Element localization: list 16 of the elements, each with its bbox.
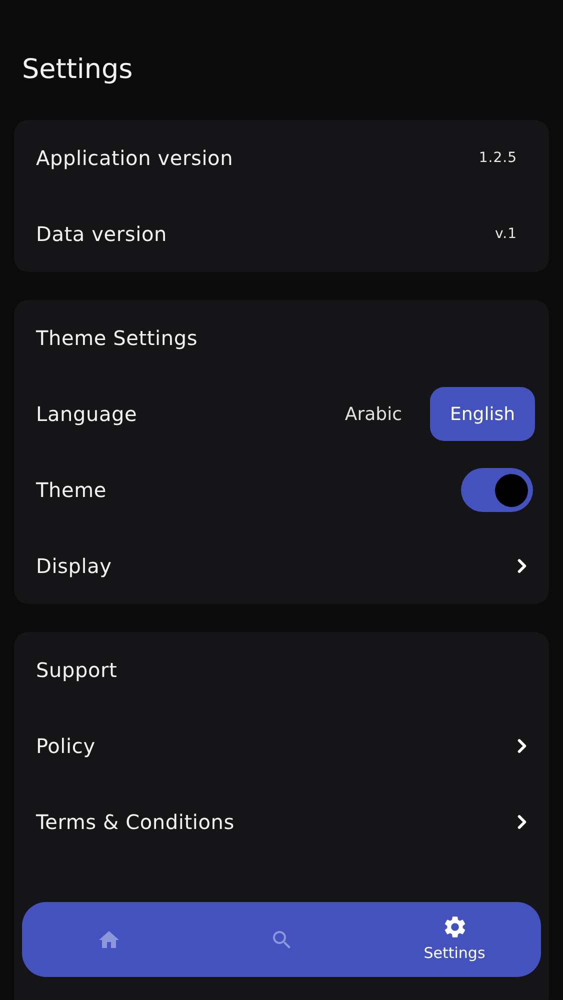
row-label: Display (36, 553, 112, 580)
row-label: Application version (36, 145, 234, 172)
language-option[interactable]: Arabic (324, 387, 422, 441)
row-value: v.1 (494, 224, 518, 244)
section-heading: Theme Settings (36, 325, 198, 352)
row-label: Language (36, 401, 138, 428)
language-option[interactable]: English (430, 387, 535, 441)
theme-switch[interactable] (461, 468, 533, 512)
page-title: Settings (21, 53, 134, 87)
row-label: Data version (36, 221, 167, 248)
row-value: 1.2.5 (478, 148, 518, 168)
nav-tab[interactable]: Settings (368, 914, 541, 965)
section-heading: Support (36, 657, 118, 684)
row-label: Policy (36, 733, 96, 760)
row-label: Terms & Conditions (36, 809, 234, 836)
row-label: Theme (36, 477, 106, 504)
